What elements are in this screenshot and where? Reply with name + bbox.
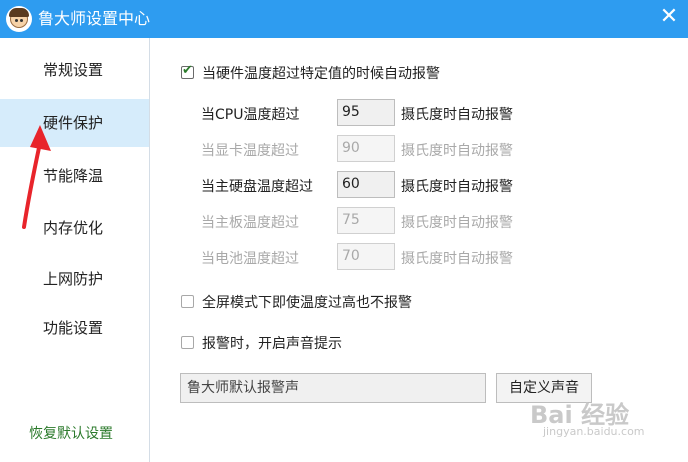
- check-icon: ✔: [182, 63, 193, 78]
- hdd-threshold-input[interactable]: 60: [337, 171, 395, 198]
- motherboard-threshold-input[interactable]: 75: [337, 207, 395, 234]
- sidebar-item-general[interactable]: 常规设置: [0, 46, 149, 94]
- alarm-sound-field[interactable]: 鲁大师默认报警声: [180, 373, 486, 403]
- fullscreen-no-alarm-label: 全屏模式下即使温度过高也不报警: [202, 295, 412, 311]
- auto-alarm-checkbox[interactable]: ✔: [181, 63, 194, 79]
- cpu-threshold-label: 当CPU温度超过: [201, 107, 300, 123]
- close-icon[interactable]: ✕: [652, 2, 686, 34]
- annotation-arrow-icon: [22, 125, 51, 229]
- baidu-watermark-url: jingyan.baidu.com: [543, 425, 645, 438]
- alarm-sound-checkbox[interactable]: [181, 336, 194, 349]
- sidebar: 常规设置 硬件保护 节能降温 内存优化 上网防护 功能设置 恢复默认设置: [0, 38, 150, 462]
- auto-alarm-label: 当硬件温度超过特定值的时候自动报警: [202, 66, 440, 82]
- cpu-threshold-input[interactable]: 95: [337, 99, 395, 126]
- motherboard-threshold-suffix: 摄氏度时自动报警: [401, 215, 513, 231]
- restore-defaults-link[interactable]: 恢复默认设置: [29, 423, 113, 443]
- hdd-threshold-label: 当主硬盘温度超过: [201, 179, 313, 195]
- sidebar-item-feature-settings[interactable]: 功能设置: [0, 304, 149, 352]
- fullscreen-no-alarm-checkbox[interactable]: [181, 295, 194, 308]
- battery-threshold-suffix: 摄氏度时自动报警: [401, 251, 513, 267]
- app-logo-icon: [6, 6, 32, 32]
- cpu-threshold-suffix: 摄氏度时自动报警: [401, 107, 513, 123]
- gpu-threshold-suffix: 摄氏度时自动报警: [401, 143, 513, 159]
- battery-threshold-label: 当电池温度超过: [201, 251, 299, 267]
- motherboard-threshold-label: 当主板温度超过: [201, 215, 299, 231]
- window-title: 鲁大师设置中心: [38, 9, 151, 28]
- gpu-threshold-input[interactable]: 90: [337, 135, 395, 162]
- gpu-threshold-label: 当显卡温度超过: [201, 143, 299, 159]
- sidebar-item-web-protection[interactable]: 上网防护: [0, 255, 149, 303]
- alarm-sound-label: 报警时，开启声音提示: [202, 336, 342, 352]
- hdd-threshold-suffix: 摄氏度时自动报警: [401, 179, 513, 195]
- title-bar: 鲁大师设置中心 ✕: [0, 0, 688, 38]
- battery-threshold-input[interactable]: 70: [337, 243, 395, 270]
